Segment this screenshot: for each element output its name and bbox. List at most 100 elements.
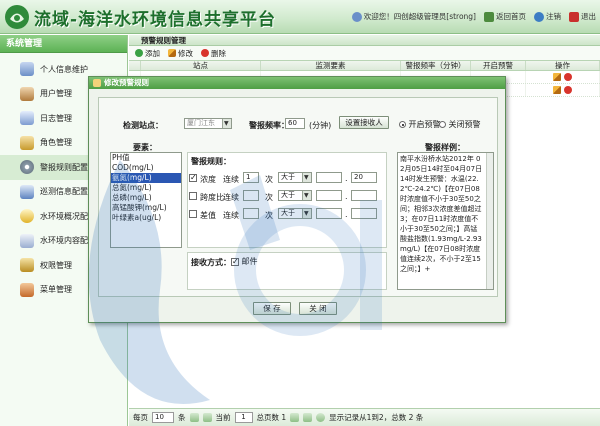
receive-label: 接收方式：: [191, 258, 231, 267]
role-icon: [20, 135, 34, 150]
sample-textbox[interactable]: 南平水汾桥水站2012年 02月05日14时至04月07日14时发生预警：水温(…: [397, 152, 494, 290]
freq-input[interactable]: 60: [285, 118, 305, 129]
rule-checkbox-difference[interactable]: [189, 210, 197, 218]
rule-operator-select[interactable]: 大于: [278, 208, 312, 219]
bulb-icon: [20, 209, 34, 224]
add-icon: [135, 49, 143, 57]
delete-row-icon[interactable]: [564, 73, 572, 81]
users-icon: [20, 86, 34, 101]
sidebar-title: 系统管理: [0, 35, 127, 53]
rule-row-span: 跨度比 连续 次 大于 .: [189, 190, 385, 203]
delete-icon: [201, 49, 209, 57]
list-item[interactable]: 叶绿素a(ug/L): [111, 213, 181, 223]
list-item[interactable]: COD(mg/L): [111, 163, 181, 173]
rule-operator-select[interactable]: 大于: [278, 172, 312, 183]
top-nav: 欢迎您！四创超级管理员[strong] 返回首页 注销 退出: [351, 11, 596, 22]
current-page-input[interactable]: 1: [234, 412, 253, 423]
gear-icon: [20, 160, 34, 175]
elements-listbox[interactable]: PH值 COD(mg/L) 氨氮(mg/L) 总氮(mg/L) 总磷(mg/L)…: [110, 152, 182, 248]
logo-icon: [5, 5, 29, 29]
rule-value-b-input[interactable]: 20: [351, 172, 377, 183]
list-item[interactable]: 高锰酸钾(mg/L): [111, 203, 181, 213]
edit-row-icon[interactable]: [553, 73, 561, 81]
dialog-icon: [93, 79, 101, 87]
rule-checkbox-span[interactable]: [189, 192, 197, 200]
rule-value-a-input[interactable]: [316, 190, 342, 201]
prev-page-button[interactable]: [202, 413, 212, 422]
rule-checkbox-concentration[interactable]: [189, 173, 197, 182]
select-all-checkbox[interactable]: [129, 61, 141, 70]
rule-row-concentration: 浓度 连续 1 次 大于 . 20: [189, 172, 385, 185]
rule-value-b-input[interactable]: [351, 190, 377, 201]
rule-operator-select[interactable]: 大于: [278, 190, 312, 201]
list-item[interactable]: 总磷(mg/L): [111, 193, 181, 203]
close-button[interactable]: 关 闭: [299, 302, 337, 315]
page-title: 预警规则管理: [129, 35, 600, 46]
radio-enable[interactable]: 开启预警: [399, 119, 441, 130]
edit-button[interactable]: 修改: [168, 48, 193, 59]
radio-disable-dot: [439, 121, 446, 128]
rule-value-b-input[interactable]: [351, 208, 377, 219]
welcome-text: 欢迎您！四创超级管理员[strong]: [351, 11, 476, 22]
station-select[interactable]: 厦门江东: [184, 118, 232, 129]
rule-value-a-input[interactable]: [316, 208, 342, 219]
rule-value-a-input[interactable]: [316, 172, 342, 183]
lock-icon: [20, 258, 34, 273]
row-actions: [526, 71, 600, 83]
next-page-button[interactable]: [290, 413, 300, 422]
chart-icon: [20, 184, 34, 199]
edit-rule-dialog: 修改预警规则 检测站点： 厦门江东 警报频率： 60 (分钟) 设置接收人 开启…: [88, 76, 506, 323]
save-button[interactable]: 保 存: [253, 302, 291, 315]
pager: 每页 10 条 当前 1 总页数 1 显示记录从1到2，总数 2 条: [129, 408, 600, 426]
freq-unit: (分钟): [309, 121, 332, 130]
email-checkbox: [231, 257, 239, 266]
rule-count-input[interactable]: [243, 190, 259, 201]
user-icon: [351, 11, 362, 22]
toolbar: 添加 修改 删除: [129, 46, 600, 60]
col-actions: 操作: [526, 61, 600, 70]
last-page-button[interactable]: [303, 413, 313, 422]
col-element: 监测要素: [261, 61, 401, 70]
dialog-body: 检测站点： 厦门江东 警报频率： 60 (分钟) 设置接收人 开启预警 关闭预警…: [98, 97, 498, 297]
add-button[interactable]: 添加: [135, 48, 160, 59]
user-edit-icon: [20, 62, 34, 77]
dialog-titlebar[interactable]: 修改预警规则: [89, 77, 505, 89]
receive-email-option[interactable]: 邮件: [231, 256, 258, 267]
close-icon: [569, 11, 579, 22]
pencil-icon: [168, 49, 176, 57]
menu-icon: [20, 282, 34, 297]
list-item[interactable]: PH值: [111, 153, 181, 163]
app-header: 流域-海洋水环境信息共享平台 欢迎您！四创超级管理员[strong] 返回首页 …: [0, 0, 600, 34]
col-enabled: 开启预警: [471, 61, 526, 70]
radio-disable[interactable]: 关闭预警: [439, 119, 481, 130]
delete-row-icon[interactable]: [564, 86, 572, 94]
home-icon: [484, 11, 494, 22]
sample-scrollbar[interactable]: [486, 153, 493, 289]
freq-label: 警报频率：: [249, 121, 289, 130]
app-title: 流域-海洋水环境信息共享平台: [34, 10, 277, 30]
row-actions: [526, 84, 600, 96]
rules-label: 警报规则：: [191, 157, 231, 166]
list-item[interactable]: 总氮(mg/L): [111, 183, 181, 193]
rule-count-input[interactable]: 1: [243, 172, 259, 183]
edit-row-icon[interactable]: [553, 86, 561, 94]
rule-row-difference: 差值 连续 次 大于 .: [189, 208, 385, 221]
delete-button[interactable]: 删除: [201, 48, 226, 59]
first-page-button[interactable]: [189, 413, 199, 422]
rule-count-input[interactable]: [243, 208, 259, 219]
refresh-icon: [534, 11, 544, 22]
col-frequency: 警报频率（分钟）: [401, 61, 471, 70]
set-receiver-button[interactable]: 设置接收人: [339, 116, 389, 129]
exit-link[interactable]: 退出: [569, 11, 596, 22]
pager-status: 显示记录从1到2，总数 2 条: [329, 413, 424, 422]
table-header: 站点 监测要素 警报频率（分钟） 开启预警 操作: [129, 60, 600, 71]
refresh-page-button[interactable]: [316, 413, 326, 422]
text-icon: [20, 233, 34, 248]
radio-enable-dot: [399, 121, 406, 128]
home-link[interactable]: 返回首页: [484, 11, 526, 22]
list-item[interactable]: 氨氮(mg/L): [111, 173, 181, 183]
page-size-select[interactable]: 10: [152, 412, 174, 423]
logout-link[interactable]: 注销: [534, 11, 561, 22]
col-station: 站点: [141, 61, 261, 70]
station-label: 检测站点：: [123, 121, 163, 130]
